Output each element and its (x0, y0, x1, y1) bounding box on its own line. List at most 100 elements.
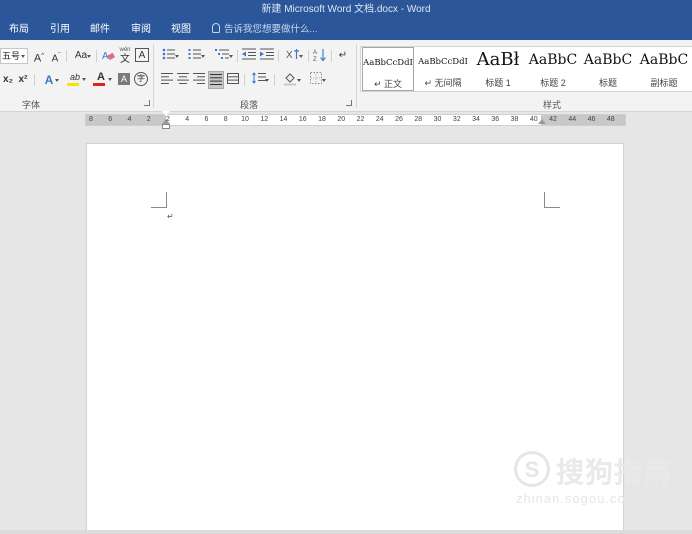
ruler-tick-label: 10 (241, 116, 249, 123)
style-heading-2[interactable]: AaBbC 标题 2 (526, 47, 580, 91)
horizontal-ruler[interactable]: 8 6 4 2 2 4 6 8 10 12 14 16 18 20 22 24 26 28 30 32 34 36 38 40… (85, 111, 626, 129)
document-page[interactable]: ↵ (86, 143, 624, 534)
style-title-label: 标题 (598, 78, 617, 88)
style-normal[interactable]: AaBbCcDdI ↵ 正文 (362, 47, 414, 91)
numbering-button[interactable] (184, 48, 206, 64)
left-indent-icon[interactable] (162, 124, 170, 129)
pilcrow-icon: ↵ (338, 50, 348, 61)
decrease-indent-icon (242, 48, 256, 60)
font-color-button[interactable]: A (91, 71, 112, 87)
ruler-tick-label: 36 (491, 116, 500, 123)
chevron-down-icon (201, 55, 205, 58)
style-title[interactable]: AaBbC 标题 (581, 47, 635, 91)
ruler-tick-label: 2 (166, 116, 170, 123)
style-sample: AaBbC (583, 52, 633, 68)
ruler-tick-label: 20 (337, 116, 346, 123)
style-subtitle[interactable]: AaBbC 副标题 (636, 47, 692, 91)
sort-icon: A Z (313, 49, 326, 63)
caret-up-icon: ^ (41, 53, 45, 59)
crop-mark-top-right (544, 192, 560, 208)
style-sample: AaBbC (528, 52, 578, 68)
font-group-label: 字体 (22, 100, 41, 110)
paragraph-dialog-launcher-icon[interactable] (346, 100, 352, 106)
chevron-down-icon (108, 78, 112, 81)
font-size-value: 五号 (2, 51, 21, 61)
align-left-icon (161, 73, 173, 84)
style-name: ↵ 无间隔 (416, 76, 470, 89)
borders-button[interactable] (305, 72, 327, 88)
ribbon: 五号 A^ Aˇ Aa A wén 文 A x₂ x² A ab A A 字 字… (0, 40, 692, 112)
character-border-label: A (138, 50, 146, 61)
eraser-icon: A (102, 51, 115, 62)
ruler-tick-label: 8 (223, 116, 228, 123)
subscript-button[interactable]: x₂ (2, 72, 14, 88)
change-case-button[interactable]: Aa (70, 48, 92, 64)
text-effects-button[interactable]: A (40, 72, 59, 88)
shading-button[interactable] (280, 72, 302, 88)
character-shading-label: A (120, 74, 127, 84)
increase-indent-button[interactable] (259, 48, 275, 64)
style-sample: AaBbC (639, 52, 689, 68)
group-separator (153, 44, 154, 108)
style-name: ↵ 正文 (363, 77, 413, 90)
chevron-down-icon (297, 79, 301, 82)
shrink-font-button[interactable]: Aˇ (49, 48, 63, 64)
line-spacing-button[interactable] (248, 72, 270, 88)
phonetic-guide-button[interactable]: wén 文 (118, 46, 132, 65)
tab-references[interactable]: 引用 (50, 20, 70, 40)
tell-me-search[interactable]: 告诉我您想要做什么... (212, 20, 317, 40)
chinese-layout-button[interactable]: X (282, 48, 304, 64)
align-center-button[interactable] (176, 73, 190, 89)
style-sample: AaBbCcDdI (418, 57, 468, 67)
font-color-label: A (97, 71, 105, 83)
phonetic-bottom: 文 (120, 54, 130, 65)
ruler-tick-label: 4 (185, 116, 190, 123)
justify-button[interactable] (208, 71, 224, 89)
svg-text:Z: Z (313, 57, 317, 62)
styles-group-label: 样式 (543, 100, 562, 110)
text-effects-label: A (44, 73, 54, 87)
highlight-button[interactable]: ab (65, 71, 86, 87)
ruler-tick-label: 44 (568, 116, 577, 123)
tab-review[interactable]: 审阅 (131, 20, 151, 40)
align-left-button[interactable] (160, 73, 174, 89)
multilevel-list-button[interactable] (210, 48, 234, 64)
tell-me-text: 告诉我您想要做什么... (224, 24, 318, 35)
chinese-layout-icon: X (286, 49, 299, 61)
change-case-label: Aa (74, 50, 88, 61)
highlight-color-bar (67, 83, 79, 86)
superscript-button[interactable]: x² (17, 72, 29, 88)
decrease-indent-button[interactable] (241, 48, 257, 64)
style-heading-1[interactable]: AaBł 标题 1 (472, 47, 524, 91)
sort-button[interactable]: A Z (312, 48, 328, 64)
align-right-button[interactable] (192, 73, 206, 89)
ruler-tick-label: 2 (146, 116, 151, 123)
bullets-button[interactable] (158, 48, 180, 64)
ruler-tick-label: 48 (606, 116, 615, 123)
tab-view[interactable]: 视图 (171, 20, 191, 40)
tab-layout[interactable]: 布局 (9, 20, 29, 40)
grow-font-button[interactable]: A^ (32, 48, 46, 65)
ruler-tick-label: 6 (204, 116, 209, 123)
chevron-down-icon (82, 78, 86, 81)
ruler-tick-label: 24 (375, 116, 384, 123)
show-marks-button[interactable]: ↵ (336, 48, 350, 64)
font-dialog-launcher-icon[interactable] (144, 100, 150, 106)
clear-formatting-button[interactable]: A (101, 48, 115, 64)
chevron-down-icon (322, 79, 326, 82)
chevron-down-icon (229, 55, 233, 58)
distributed-button[interactable] (226, 73, 240, 89)
style-no-spacing[interactable]: AaBbCcDdI ↵ 无间隔 (416, 47, 470, 91)
character-border-button[interactable]: A (135, 48, 149, 62)
align-center-icon (177, 73, 189, 84)
divider (278, 50, 279, 62)
character-shading-button[interactable]: A (118, 73, 130, 85)
ruler-tick-label: 46 (587, 116, 596, 123)
group-separator (356, 44, 357, 108)
ruler-tick-label: 18 (318, 116, 326, 123)
tab-mailings[interactable]: 邮件 (90, 20, 110, 40)
caret-down-icon: ˇ (58, 53, 61, 59)
enclose-characters-button[interactable]: 字 (134, 72, 148, 86)
status-area (0, 530, 692, 534)
font-size-dropdown[interactable]: 五号 (0, 48, 28, 64)
